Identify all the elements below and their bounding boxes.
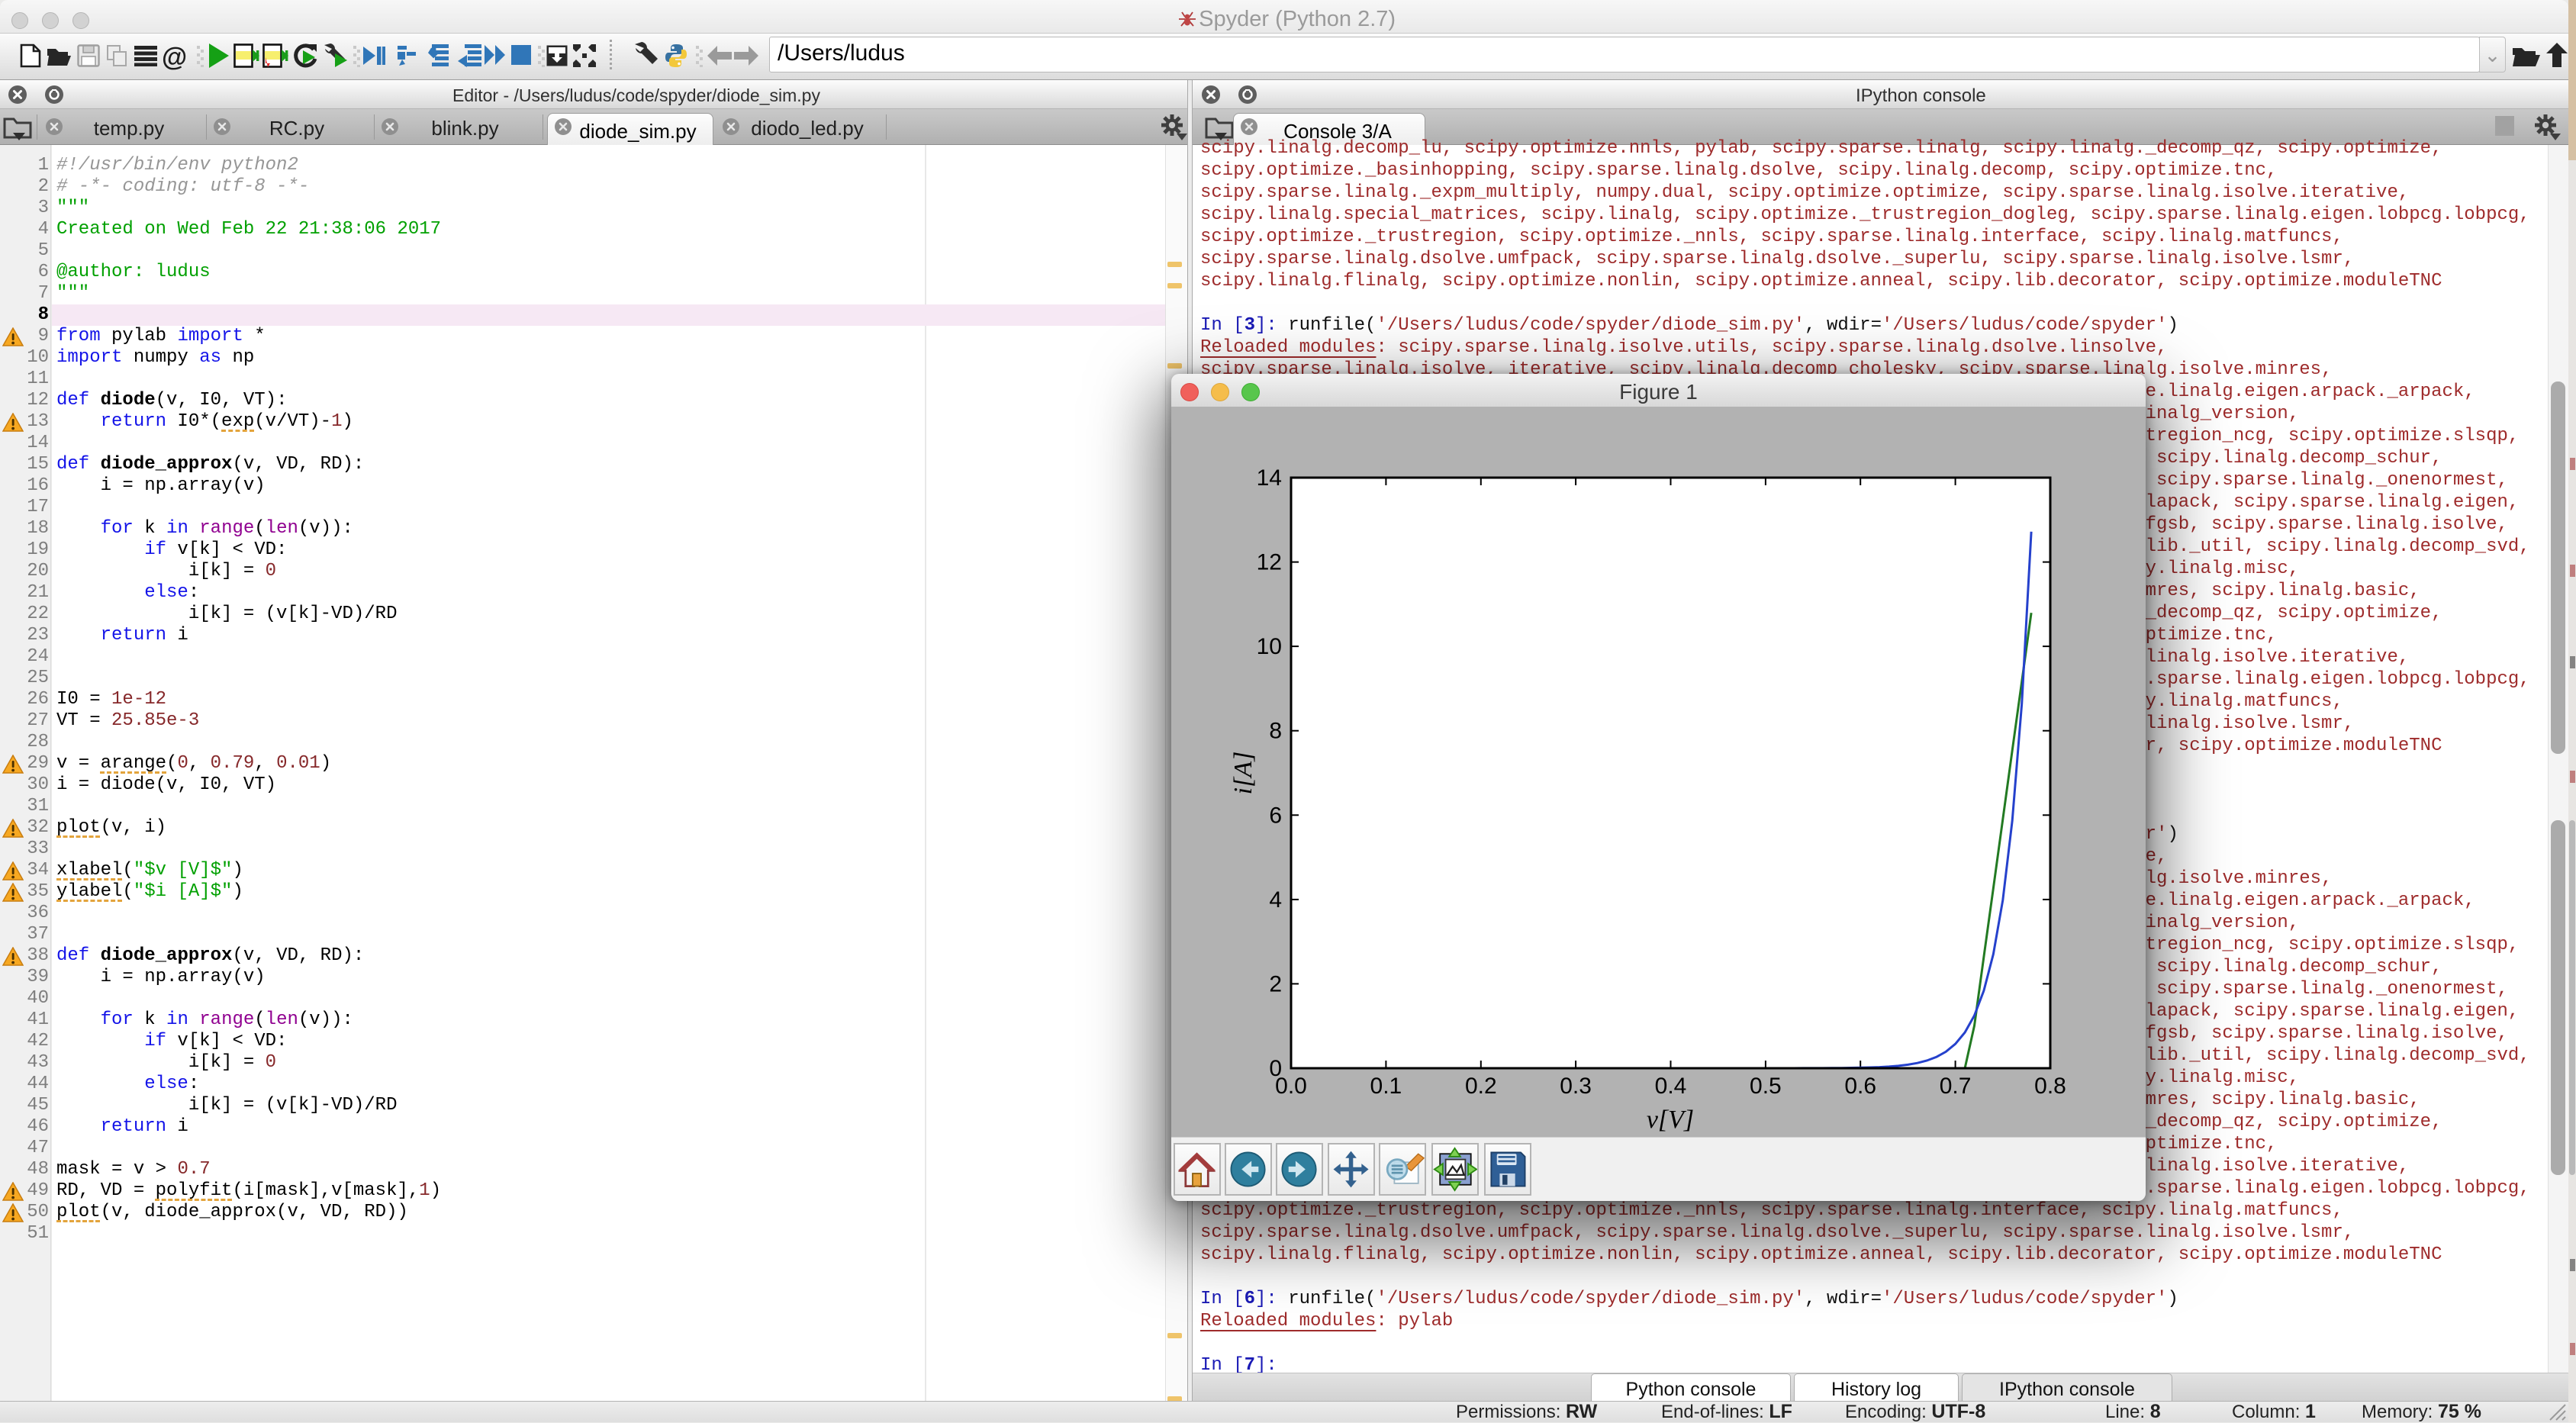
- svg-text:8: 8: [1269, 719, 1282, 744]
- svg-text:6: 6: [1269, 803, 1282, 828]
- svg-text:v[V]: v[V]: [1647, 1106, 1694, 1134]
- svg-text:i[A]: i[A]: [1229, 752, 1257, 795]
- svg-text:2: 2: [1269, 971, 1282, 996]
- svg-text:0.6: 0.6: [1844, 1074, 1876, 1099]
- svg-text:4: 4: [1269, 887, 1282, 913]
- svg-text:0.5: 0.5: [1750, 1074, 1782, 1099]
- svg-text:0: 0: [1269, 1056, 1282, 1081]
- svg-text:0.3: 0.3: [1560, 1074, 1592, 1099]
- svg-text:14: 14: [1257, 465, 1282, 491]
- svg-text:12: 12: [1257, 550, 1282, 575]
- svg-text:0.2: 0.2: [1465, 1074, 1497, 1099]
- svg-text:0.8: 0.8: [2034, 1074, 2066, 1099]
- svg-text:0.1: 0.1: [1370, 1074, 1402, 1099]
- svg-text:0.7: 0.7: [1940, 1074, 1972, 1099]
- svg-text:10: 10: [1257, 634, 1282, 659]
- svg-text:0.4: 0.4: [1655, 1074, 1687, 1099]
